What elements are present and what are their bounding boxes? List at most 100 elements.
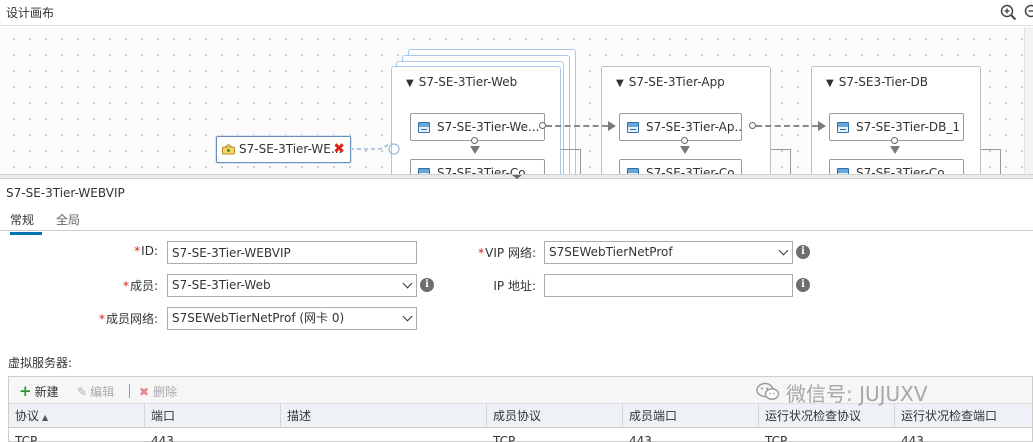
- tier-web[interactable]: ▼ S7-SE-3Tier-Web S7-SE-3Tier-We... S7-SE…: [391, 66, 561, 174]
- vip-network-label-text: VIP 网络:: [485, 246, 536, 260]
- delete-icon[interactable]: ✖: [333, 137, 345, 162]
- column-header-member-port[interactable]: 成员端口: [623, 404, 759, 428]
- chevron-down-icon: [402, 311, 413, 322]
- connection-port[interactable]: [749, 122, 756, 129]
- canvas-scrollbar[interactable]: [1024, 27, 1033, 174]
- table-cell: TCP: [765, 434, 788, 442]
- member-network-label-text: 成员网络:: [105, 312, 158, 326]
- connection-port[interactable]: [539, 122, 546, 129]
- table-cell: [281, 429, 487, 442]
- arrow-right-icon: [608, 121, 616, 131]
- connection-port[interactable]: [891, 137, 898, 144]
- arrow-down-icon: [470, 146, 480, 154]
- ip-address-input[interactable]: [544, 274, 793, 297]
- table-cell: TCP: [15, 434, 38, 442]
- design-canvas[interactable]: ▼ S7-SE-3Tier-Web S7-SE-3Tier-We... S7-SE…: [0, 27, 1033, 174]
- column-header-protocol[interactable]: 协议 ▲: [9, 404, 145, 428]
- load-balancer-node[interactable]: S7-SE-3Tier-WE... ✖: [216, 136, 351, 163]
- id-input[interactable]: [167, 241, 417, 264]
- canvas-title-bar: 设计画布: [0, 0, 1033, 26]
- splitter-handle-icon[interactable]: [512, 175, 522, 179]
- collapse-triangle-icon[interactable]: ▼: [406, 78, 414, 89]
- table-cell: TCP: [493, 434, 516, 442]
- arrow-down-icon: [890, 146, 900, 154]
- watermark: 微信号: JUJUXV: [756, 378, 928, 408]
- table-row[interactable]: TCP 443 TCP 443 TCP 443: [9, 429, 1032, 442]
- chevron-down-icon: [778, 245, 789, 256]
- connection-port[interactable]: [681, 137, 688, 144]
- load-balancer-label: S7-SE-3Tier-WE...: [239, 142, 343, 156]
- vm-node-web-container[interactable]: S7-SE-3Tier-Co...: [410, 159, 545, 174]
- tab-global[interactable]: 全局: [56, 211, 80, 232]
- wechat-icon: [756, 382, 780, 400]
- info-icon[interactable]: i: [796, 245, 810, 259]
- zoom-out-icon[interactable]: [1024, 4, 1033, 21]
- load-balancer-icon: [222, 144, 235, 155]
- table-cell: 443: [151, 434, 174, 442]
- connection-port[interactable]: [471, 137, 478, 144]
- tier-db[interactable]: ▼ S7-SE3-Tier-DB S7-SE-3Tier-DB_1 S7-SE-3…: [811, 66, 981, 174]
- connection-line: [546, 125, 608, 127]
- watermark-text: 微信号: JUJUXV: [786, 382, 928, 406]
- vm-icon: [837, 122, 849, 133]
- vm-node-label: S7-SE-3Tier-Co...: [856, 166, 956, 174]
- delete-button-label: 删除: [153, 385, 178, 399]
- sort-ascending-icon[interactable]: ▲: [42, 413, 48, 422]
- vm-node-label: S7-SE-3Tier-DB_1: [856, 120, 961, 134]
- vm-icon: [627, 122, 639, 133]
- info-icon[interactable]: i: [796, 278, 810, 292]
- panel-splitter[interactable]: [0, 174, 1033, 179]
- vm-node-app-container[interactable]: S7-SE-3Tier-Co...: [619, 159, 742, 174]
- member-select-value: S7-SE-3Tier-Web: [172, 278, 271, 292]
- column-header-description[interactable]: 描述: [281, 404, 487, 428]
- delete-button[interactable]: ✖ 删除: [139, 383, 177, 400]
- network-line: [981, 149, 1001, 174]
- vm-node-db-container[interactable]: S7-SE-3Tier-Co...: [829, 159, 964, 174]
- vip-network-select[interactable]: S7SEWebTierNetProf: [544, 241, 793, 264]
- network-line: [771, 149, 791, 174]
- collapse-triangle-icon[interactable]: ▼: [826, 78, 834, 89]
- edit-button[interactable]: ✎ 编辑: [77, 383, 114, 400]
- tab-bar: 常规 全局: [0, 208, 1033, 235]
- required-mark: *: [134, 244, 141, 258]
- member-label: *成员:: [100, 277, 158, 294]
- connection-line: [756, 125, 818, 127]
- add-icon: +: [19, 382, 32, 400]
- required-mark: *: [478, 246, 485, 260]
- zoom-in-icon[interactable]: [1000, 4, 1017, 21]
- member-network-select-value: S7SEWebTierNetProf (网卡 0): [172, 311, 345, 325]
- virtual-servers-label: 虚拟服务器:: [8, 356, 73, 370]
- id-label-text: ID:: [141, 244, 158, 258]
- tier-app[interactable]: ▼ S7-SE-3Tier-App S7-SE-3Tier-Ap... S7-SE…: [601, 66, 771, 174]
- vm-node-label: S7-SE-3Tier-Ap...: [646, 120, 742, 134]
- column-header-member-protocol[interactable]: 成员协议: [487, 404, 623, 428]
- vm-node-app[interactable]: S7-SE-3Tier-Ap...: [619, 113, 742, 141]
- table-cell: 443: [901, 434, 924, 442]
- tier-title[interactable]: ▼ S7-SE-3Tier-App: [616, 75, 725, 89]
- tab-general[interactable]: 常规: [10, 211, 42, 235]
- collapse-triangle-icon[interactable]: ▼: [616, 78, 624, 89]
- member-network-select[interactable]: S7SEWebTierNetProf (网卡 0): [167, 307, 417, 330]
- panel-title: S7-SE-3Tier-WEBVIP: [6, 186, 125, 200]
- vm-node-web[interactable]: S7-SE-3Tier-We...: [410, 113, 545, 141]
- column-header-port[interactable]: 端口: [145, 404, 281, 428]
- member-label-text: 成员:: [129, 279, 158, 293]
- vip-network-label: *VIP 网络:: [462, 244, 536, 261]
- table-cell: 443: [629, 434, 652, 442]
- info-icon[interactable]: i: [420, 278, 434, 292]
- delete-icon: ✖: [139, 385, 150, 399]
- lb-connection-line: [350, 142, 400, 155]
- canvas-title: 设计画布: [6, 6, 55, 20]
- pencil-icon: ✎: [77, 385, 88, 399]
- tier-title[interactable]: ▼ S7-SE-3Tier-Web: [406, 75, 517, 89]
- tier-title[interactable]: ▼ S7-SE3-Tier-DB: [826, 75, 928, 89]
- vm-node-label: S7-SE-3Tier-Co...: [646, 166, 742, 174]
- arrow-right-icon: [818, 121, 826, 131]
- tier-app-name: S7-SE-3Tier-App: [628, 75, 725, 89]
- vip-network-select-value: S7SEWebTierNetProf: [549, 245, 673, 259]
- member-network-label: *成员网络:: [80, 310, 158, 327]
- member-select[interactable]: S7-SE-3Tier-Web: [167, 274, 417, 297]
- required-mark: *: [122, 279, 129, 293]
- column-header-label: 协议: [15, 409, 40, 423]
- new-button[interactable]: + 新建: [19, 383, 59, 400]
